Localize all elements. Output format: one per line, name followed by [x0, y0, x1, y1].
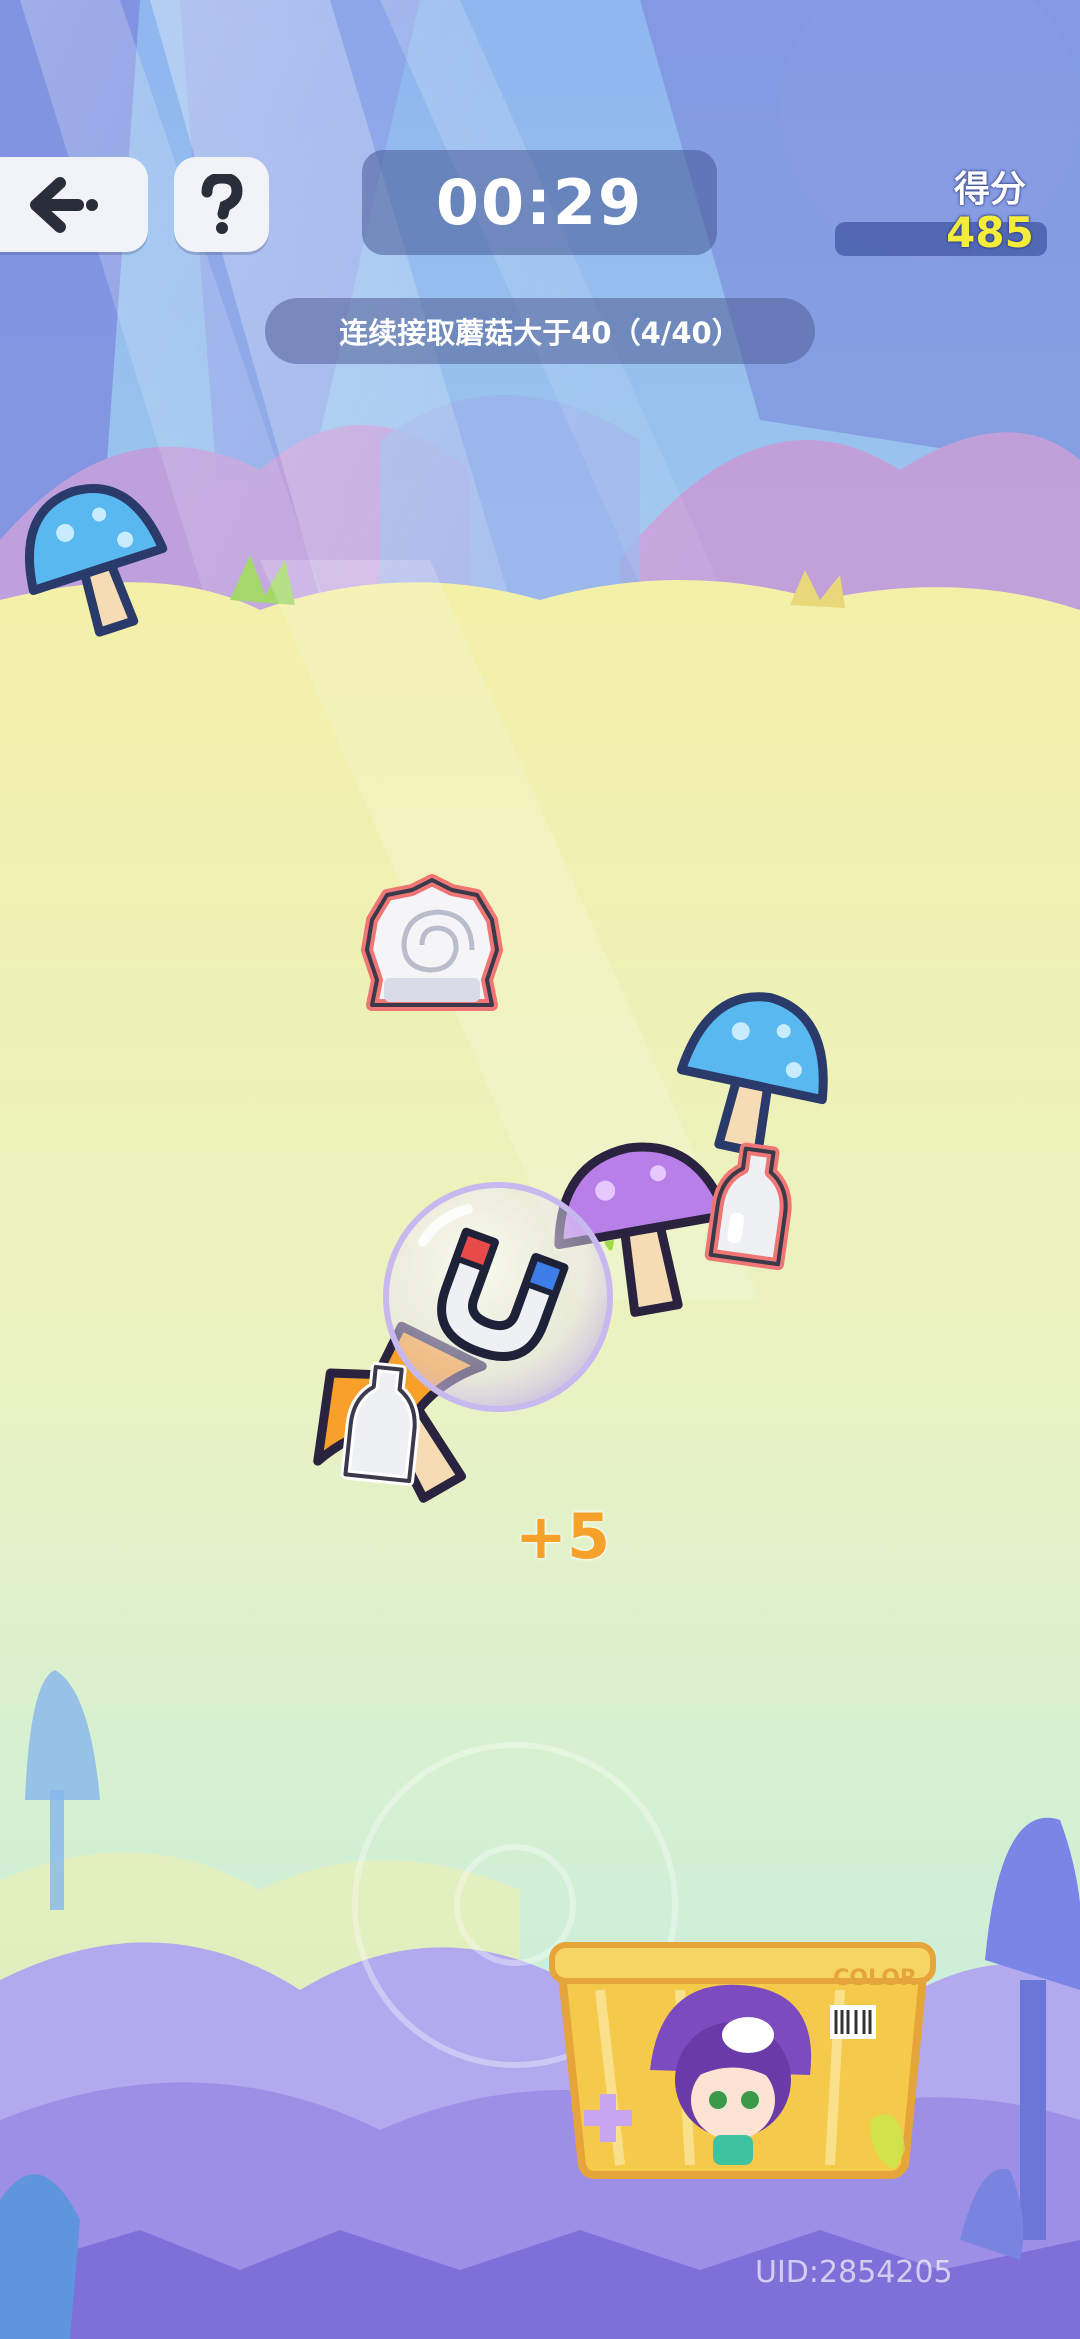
collect-basket: COLOR	[549, 1942, 936, 2179]
magnet-powerup-icon	[383, 1182, 613, 1412]
user-id: UID:2854205	[755, 2255, 953, 2290]
help-button[interactable]	[174, 157, 269, 252]
question-mark-icon	[201, 173, 243, 234]
basket-brand: COLOR	[833, 1966, 917, 1991]
spiral-shell-icon	[361, 874, 503, 1011]
countdown-timer: 00:29	[362, 150, 717, 255]
score-value: 485	[946, 208, 1034, 257]
score-popup: +5	[515, 1500, 611, 1573]
back-arrow-icon	[30, 176, 98, 233]
back-button[interactable]	[0, 157, 148, 252]
score-label: 得分	[953, 169, 1026, 210]
mission-progress: 连续接取蘑菇大于40（4/40）	[265, 298, 815, 364]
